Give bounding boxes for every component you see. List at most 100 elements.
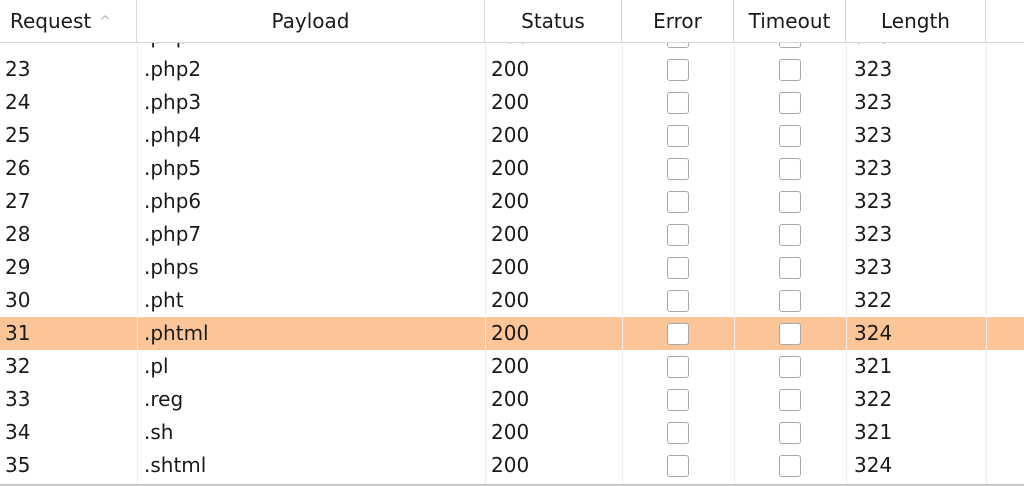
cell-payload: .pl	[144, 354, 169, 378]
cell-error	[622, 449, 734, 482]
table-row[interactable]: 30 .pht 200 322	[0, 284, 1024, 317]
timeout-checkbox[interactable]	[779, 256, 801, 279]
cell-timeout	[734, 317, 846, 350]
cell-timeout	[734, 350, 846, 383]
cell-length: 321	[854, 420, 893, 444]
column-header-length-label: Length	[881, 9, 950, 33]
cell-error	[622, 119, 734, 152]
cell-timeout	[734, 416, 846, 449]
cell-timeout	[734, 449, 846, 482]
cell-status: 200	[491, 453, 530, 477]
column-header-filler	[986, 0, 1024, 42]
error-checkbox[interactable]	[667, 454, 689, 477]
cell-status: 200	[491, 255, 530, 279]
cell-length: 322	[854, 288, 893, 312]
table-row[interactable]: 35 .shtml 200 324	[0, 449, 1024, 482]
table-row[interactable]: 34 .sh 200 321	[0, 416, 1024, 449]
cell-length: 324	[854, 321, 893, 345]
table-row[interactable]: 29 .phps 200 323	[0, 251, 1024, 284]
table-row[interactable]: 28 .php7 200 323	[0, 218, 1024, 251]
table-row[interactable]: 32 .pl 200 321	[0, 350, 1024, 383]
timeout-checkbox[interactable]	[779, 91, 801, 114]
cell-request: 35	[5, 453, 31, 477]
cell-status: 200	[491, 222, 530, 246]
cell-status: 200	[491, 57, 530, 81]
column-divider	[846, 0, 847, 486]
cell-length: 323	[854, 90, 893, 114]
cell-status: 200	[491, 354, 530, 378]
table-row[interactable]: 25 .php4 200 323	[0, 119, 1024, 152]
cell-length: 323	[854, 222, 893, 246]
error-checkbox[interactable]	[667, 421, 689, 444]
cell-error	[622, 350, 734, 383]
cell-error	[622, 218, 734, 251]
timeout-checkbox[interactable]	[779, 58, 801, 81]
cell-status: 200	[491, 420, 530, 444]
cell-payload: .sh	[144, 420, 174, 444]
table-header: Request ^ Payload Status Error Timeout Le…	[0, 0, 1024, 43]
cell-error	[622, 152, 734, 185]
timeout-checkbox[interactable]	[779, 454, 801, 477]
cell-payload: .php2	[144, 57, 202, 81]
error-checkbox[interactable]	[667, 157, 689, 180]
column-header-request[interactable]: Request ^	[0, 0, 137, 42]
column-header-error[interactable]: Error	[622, 0, 734, 42]
table-row[interactable]: 24 .php3 200 323	[0, 86, 1024, 119]
column-header-status[interactable]: Status	[485, 0, 622, 42]
column-header-error-label: Error	[653, 9, 702, 33]
timeout-checkbox[interactable]	[779, 322, 801, 345]
cell-length: 323	[854, 123, 893, 147]
column-header-timeout[interactable]: Timeout	[734, 0, 846, 42]
sort-ascending-icon: ^	[99, 14, 111, 30]
error-checkbox[interactable]	[667, 388, 689, 411]
cell-timeout	[734, 86, 846, 119]
error-checkbox[interactable]	[667, 223, 689, 246]
cell-length: 323	[854, 57, 893, 81]
column-header-status-label: Status	[521, 9, 585, 33]
cell-request: 31	[5, 321, 31, 345]
timeout-checkbox[interactable]	[779, 157, 801, 180]
cell-timeout	[734, 383, 846, 416]
column-header-request-label: Request	[10, 9, 92, 33]
cell-status: 200	[491, 387, 530, 411]
table-row[interactable]: 23 .php2 200 323	[0, 53, 1024, 86]
cell-request: 29	[5, 255, 31, 279]
timeout-checkbox[interactable]	[779, 190, 801, 213]
cell-status: 200	[491, 288, 530, 312]
cell-length: 322	[854, 387, 893, 411]
cell-payload: .pht	[144, 288, 184, 312]
column-divider	[485, 0, 486, 486]
cell-error	[622, 416, 734, 449]
timeout-checkbox[interactable]	[779, 124, 801, 147]
table-row[interactable]: 33 .reg 200 322	[0, 383, 1024, 416]
timeout-checkbox[interactable]	[779, 388, 801, 411]
cell-payload: .php6	[144, 189, 202, 213]
error-checkbox[interactable]	[667, 355, 689, 378]
timeout-checkbox[interactable]	[779, 223, 801, 246]
cell-length: 323	[854, 255, 893, 279]
cell-status: 200	[491, 123, 530, 147]
cell-request: 30	[5, 288, 31, 312]
error-checkbox[interactable]	[667, 58, 689, 81]
cell-request: 28	[5, 222, 31, 246]
table-row[interactable]: 31 .phtml 200 324	[0, 317, 1024, 350]
column-header-payload[interactable]: Payload	[137, 0, 485, 42]
table-row[interactable]: 26 .php5 200 323	[0, 152, 1024, 185]
column-divider	[734, 0, 735, 486]
cell-payload: .shtml	[144, 453, 207, 477]
cell-timeout	[734, 53, 846, 86]
error-checkbox[interactable]	[667, 289, 689, 312]
error-checkbox[interactable]	[667, 124, 689, 147]
cell-request: 32	[5, 354, 31, 378]
timeout-checkbox[interactable]	[779, 289, 801, 312]
error-checkbox[interactable]	[667, 91, 689, 114]
error-checkbox[interactable]	[667, 256, 689, 279]
error-checkbox[interactable]	[667, 322, 689, 345]
timeout-checkbox[interactable]	[779, 355, 801, 378]
table-row[interactable]: 27 .php6 200 323	[0, 185, 1024, 218]
cell-request: 27	[5, 189, 31, 213]
error-checkbox[interactable]	[667, 190, 689, 213]
timeout-checkbox[interactable]	[779, 421, 801, 444]
cell-request: 25	[5, 123, 31, 147]
column-header-length[interactable]: Length	[846, 0, 986, 42]
